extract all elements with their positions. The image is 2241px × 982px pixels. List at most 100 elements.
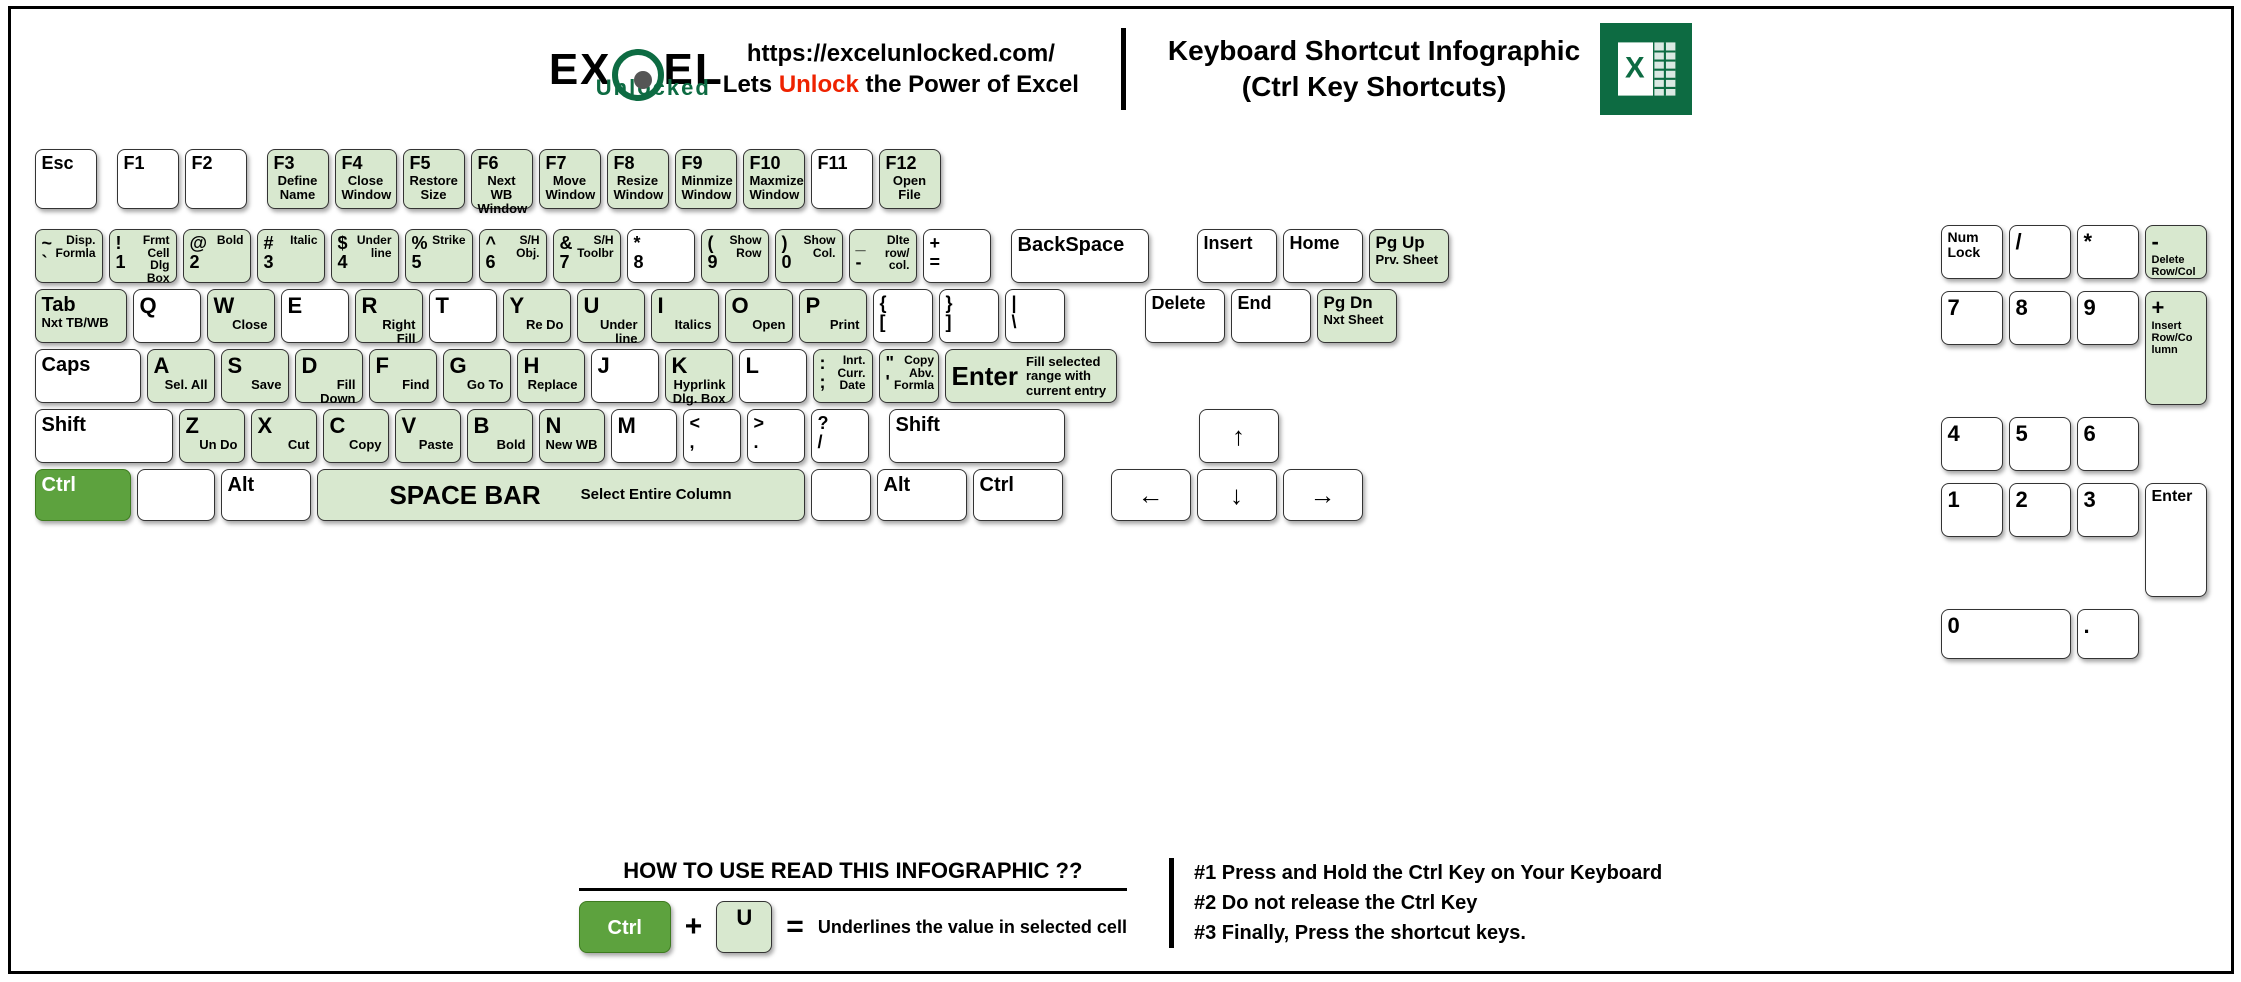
key-x: XCut [251, 409, 317, 463]
tagline: https://excelunlocked.com/ Lets Unlock t… [723, 38, 1079, 100]
key-i: IItalics [651, 289, 719, 343]
key-f11: F11 [811, 149, 873, 209]
divider [1121, 28, 1126, 110]
key-backspace: BackSpace [1011, 229, 1149, 283]
key-enter: EnterFill selected range with current en… [945, 349, 1117, 403]
key-bracket: |\ [1005, 289, 1065, 343]
key-punct: "'CopyAbv. Formla [879, 349, 939, 403]
key-ctrl-left: Ctrl [35, 469, 131, 521]
key--: _-Dlterow/ col. [849, 229, 917, 283]
demo-u-key: U [716, 901, 772, 953]
key-f5: F5Restore Size [403, 149, 465, 209]
key-2: @2Bold [183, 229, 251, 283]
key-arrow-right: → [1283, 469, 1363, 521]
key-delete: Delete [1145, 289, 1225, 343]
numpad-enter: Enter [2145, 483, 2207, 597]
key-space: SPACE BARSelect Entire Column [317, 469, 805, 521]
key-pgdn: Pg DnNxt Sheet [1317, 289, 1397, 343]
excel-icon: X [1600, 23, 1692, 115]
key-e: E [281, 289, 349, 343]
key-punct: ?/ [811, 409, 869, 463]
key-ctrl-right: Ctrl [973, 469, 1063, 521]
key-0: )0ShowCol. [775, 229, 843, 283]
key-f2: F2 [185, 149, 247, 209]
key-f9: F9Minmize Window [675, 149, 737, 209]
key-w: WClose [207, 289, 275, 343]
key-q: Q [133, 289, 201, 343]
numpad-8: 8 [2009, 291, 2071, 345]
keyboard: Esc F1F2 F3Define NameF4Close WindowF5Rest… [35, 149, 2207, 527]
key-f7: F7Move Window [539, 149, 601, 209]
key-k: KHyprlink Dlg. Box [665, 349, 733, 403]
key-8: *8 [627, 229, 695, 283]
key-esc: Esc [35, 149, 97, 209]
key-punct: :;Inrt.Curr. Date [813, 349, 873, 403]
home-row: CapsASel. AllSSaveDFill DownFFindGGo ToH… [35, 349, 2207, 403]
key-u: UUnder line [577, 289, 645, 343]
howto-panel: HOW TO USE READ THIS INFOGRAPHIC ?? Ctrl… [579, 858, 1127, 953]
numpad-9: 9 [2077, 291, 2139, 345]
key-o: OOpen [725, 289, 793, 343]
key-=: += [923, 229, 991, 283]
footer: HOW TO USE READ THIS INFOGRAPHIC ?? Ctrl… [11, 858, 2231, 953]
key-`: ~`Disp.Formla [35, 229, 103, 283]
magnifier-icon [612, 49, 664, 101]
page-title: Keyboard Shortcut Infographic (Ctrl Key … [1168, 33, 1580, 106]
key-f8: F8Resize Window [607, 149, 669, 209]
key-alt-right: Alt [877, 469, 967, 521]
key-f6: F6Next WB Window [471, 149, 533, 209]
key-t: T [429, 289, 497, 343]
key-b: BBold [467, 409, 533, 463]
key-3: #3Italic [257, 229, 325, 283]
key-c: CCopy [323, 409, 389, 463]
demo-ctrl-key: Ctrl [579, 901, 671, 953]
key-v: VPaste [395, 409, 461, 463]
numpad-4: 4 [1941, 417, 2003, 471]
numpad-minus: -Delete Row/Col [2145, 225, 2207, 279]
numpad-3: 3 [2077, 483, 2139, 537]
key-shift-right: Shift [889, 409, 1065, 463]
key-m: M [611, 409, 677, 463]
key-l: L [739, 349, 807, 403]
key-5: %5Strike [405, 229, 473, 283]
brand-logo: EXEL Unlocked [549, 43, 711, 95]
howto-title: HOW TO USE READ THIS INFOGRAPHIC ?? [579, 858, 1127, 891]
key-n: NNew WB [539, 409, 605, 463]
key-f12: F12Open File [879, 149, 941, 209]
key-h: HReplace [517, 349, 585, 403]
key-6: ^6S/HObj. [479, 229, 547, 283]
demo-description: Underlines the value in selected cell [818, 917, 1127, 938]
numpad-7: 7 [1941, 291, 2003, 345]
key-caps: Caps [35, 349, 141, 403]
key-f4: F4Close Window [335, 149, 397, 209]
key-pgup: Pg UpPrv. Sheet [1369, 229, 1449, 283]
numpad-plus: +Insert Row/Co lumn [2145, 291, 2207, 405]
infographic-page: EXEL Unlocked https://excelunlocked.com/… [8, 6, 2234, 974]
key-7: &7S/HToolbr [553, 229, 621, 283]
key-y: YRe Do [503, 289, 571, 343]
key-f3: F3Define Name [267, 149, 329, 209]
numpad-6: 6 [2077, 417, 2139, 471]
numpad-5: 5 [2009, 417, 2071, 471]
instruction-steps: #1 Press and Hold the Ctrl Key on Your K… [1169, 858, 1662, 948]
key-home: Home [1283, 229, 1363, 283]
number-row: ~`Disp.Formla!1FrmtCell Dlg Box@2Bold#3I… [35, 229, 2207, 283]
key-bracket: }] [939, 289, 999, 343]
key-f1: F1 [117, 149, 179, 209]
space-row: CtrlAltSPACE BARSelect Entire ColumnAltC… [35, 469, 2207, 521]
key-end: End [1231, 289, 1311, 343]
key-4: $4Underline [331, 229, 399, 283]
key-9: (9ShowRow [701, 229, 769, 283]
function-row: Esc F1F2 F3Define NameF4Close WindowF5Rest… [35, 149, 2207, 209]
header: EXEL Unlocked https://excelunlocked.com/… [11, 9, 2231, 123]
key-f: FFind [369, 349, 437, 403]
key-z: ZUn Do [179, 409, 245, 463]
key-menu [811, 469, 871, 521]
numpad-0: 0 [1941, 609, 2071, 659]
key-arrow-up: ↑ [1199, 409, 1279, 463]
key-a: ASel. All [147, 349, 215, 403]
numpad-1: / [2009, 225, 2071, 279]
svg-text:X: X [1625, 51, 1645, 84]
key-p: PPrint [799, 289, 867, 343]
key-alt-left: Alt [221, 469, 311, 521]
